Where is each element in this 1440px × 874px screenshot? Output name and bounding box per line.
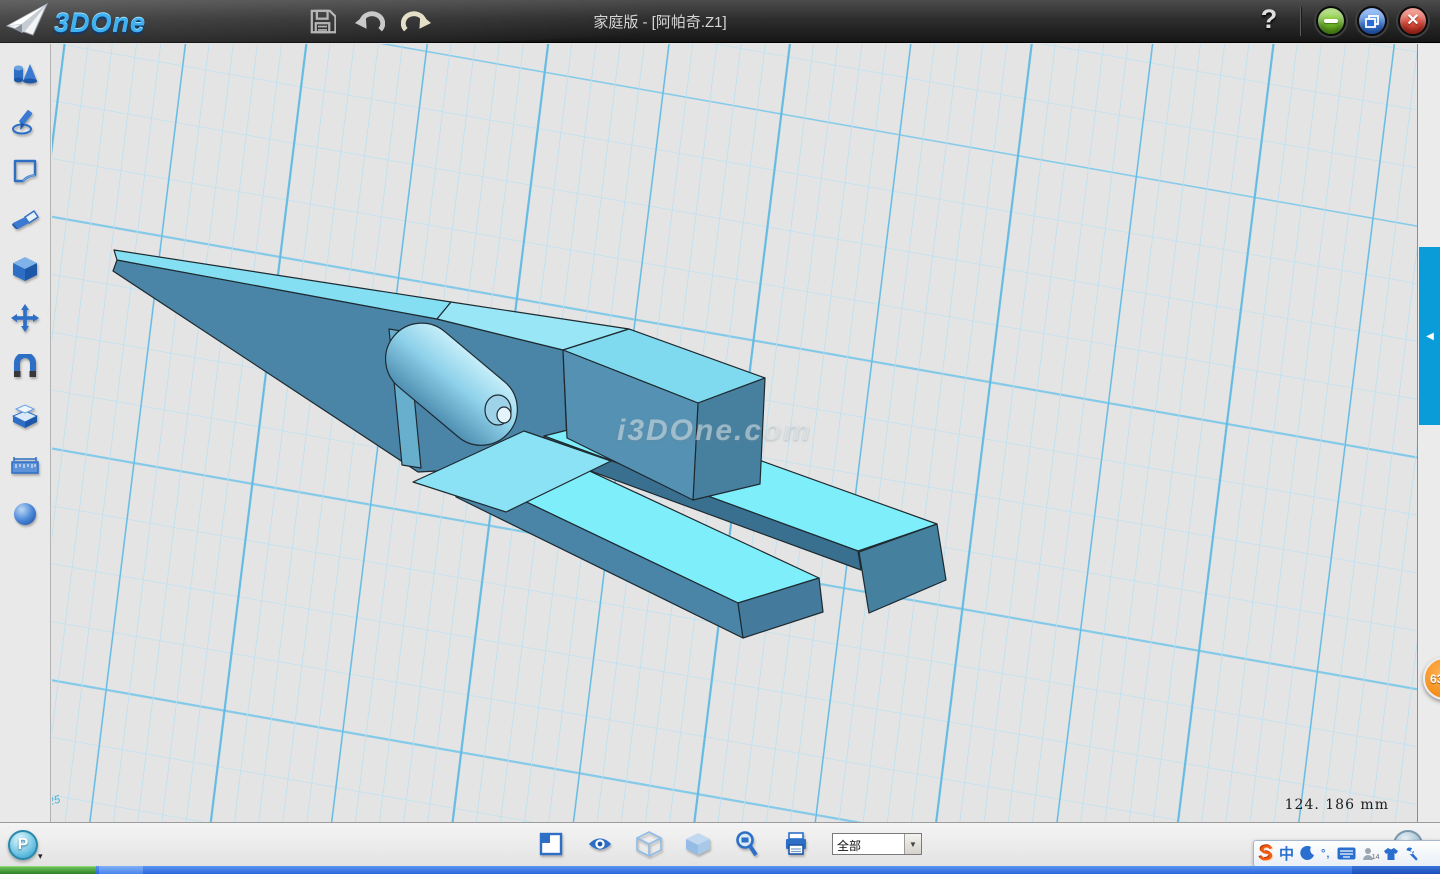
sogou-logo-icon[interactable]: S: [1258, 842, 1274, 864]
taskbar-tray-segment: [1352, 866, 1440, 874]
panel-collapse-tab[interactable]: ◀: [1419, 247, 1440, 425]
eraser-delete-button[interactable]: [10, 206, 40, 234]
ime-toolbar: S 中 °‚ 14: [1253, 840, 1440, 867]
primitive-solids-icon: [11, 60, 39, 86]
material-sphere-button[interactable]: [10, 500, 40, 528]
minimize-icon: [1324, 19, 1338, 23]
settings-wrench-icon[interactable]: [1405, 847, 1419, 861]
language-mode-button[interactable]: 中: [1279, 843, 1294, 864]
main-area: i3DOne.com 25 124. 186 mm ◀: [0, 44, 1440, 822]
chevron-left-icon: ◀: [1426, 331, 1434, 342]
magnet-align-icon: [12, 354, 38, 380]
magnifier-icon: [735, 831, 759, 857]
sketch-plane-icon: [11, 158, 39, 184]
wireframe-cube-icon: [636, 831, 662, 857]
eraser-delete-icon: [11, 209, 39, 231]
titlebar-separator: [1300, 7, 1301, 36]
user-wordbank-icon[interactable]: 14: [1362, 847, 1377, 861]
eye-icon: [587, 835, 613, 853]
help-button[interactable]: ?: [1254, 4, 1284, 38]
sketch-draw-button[interactable]: [10, 108, 40, 136]
punctuation-mode-button[interactable]: °‚: [1321, 848, 1330, 860]
p-corner-button[interactable]: P: [8, 830, 38, 860]
view-orientation-button[interactable]: [538, 829, 564, 859]
shaded-cube-icon: [685, 832, 711, 856]
printer-icon: [784, 832, 808, 856]
sketch-draw-icon: [11, 108, 39, 136]
dropdown-value: 全部: [833, 834, 904, 854]
measure-ruler-button[interactable]: [10, 451, 40, 479]
taskbar-app-segment: [99, 866, 143, 874]
print-button[interactable]: [783, 829, 809, 859]
fullwidth-moon-icon[interactable]: [1300, 846, 1315, 861]
os-taskbar-sliver: [0, 866, 1440, 874]
dropdown-arrow-icon[interactable]: ▼: [904, 834, 921, 854]
title-bar: 3DOne 家庭版 - [阿帕奇.Z1] ?: [0, 0, 1440, 43]
feature-cube-icon: [12, 256, 38, 282]
watermark: i3DOne.com: [617, 414, 812, 448]
right-panel-rail: ◀: [1417, 44, 1440, 822]
move-transform-button[interactable]: [10, 304, 40, 332]
primitive-solids-button[interactable]: [10, 59, 40, 87]
window-title: 家庭版 - [阿帕奇.Z1]: [0, 0, 1320, 43]
material-sphere-icon: [12, 501, 38, 527]
soft-keyboard-icon[interactable]: [1337, 847, 1356, 860]
magnet-align-button[interactable]: [10, 353, 40, 381]
taskbar-blue: [96, 866, 1440, 874]
sketch-plane-button[interactable]: [10, 157, 40, 185]
shaded-display-button[interactable]: [685, 829, 711, 859]
restore-button[interactable]: [1357, 6, 1387, 36]
close-button[interactable]: ✕: [1398, 6, 1428, 36]
close-icon: ✕: [1406, 13, 1419, 29]
minimize-button[interactable]: [1316, 6, 1346, 36]
left-toolbar: [0, 44, 51, 822]
measure-ruler-icon: [10, 454, 40, 476]
view-orientation-icon: [539, 832, 563, 856]
restore-icon: [1365, 15, 1379, 28]
move-transform-icon: [11, 304, 39, 332]
wireframe-display-button[interactable]: [636, 829, 662, 859]
model-polygons: [113, 250, 946, 638]
start-button-sliver[interactable]: [0, 866, 96, 874]
measurement-readout: 124. 186 mm: [1285, 797, 1389, 813]
view-toolbar: 全部 ▼: [0, 822, 1440, 866]
skin-tshirt-icon[interactable]: [1383, 847, 1399, 861]
show-hide-button[interactable]: [587, 829, 613, 859]
p-dropdown-caret[interactable]: ▾: [38, 851, 43, 862]
combine-boolean-button[interactable]: [10, 402, 40, 430]
combine-boolean-icon: [11, 403, 39, 429]
display-filter-dropdown[interactable]: 全部 ▼: [832, 833, 922, 855]
zoom-view-button[interactable]: [734, 829, 760, 859]
feature-cube-button[interactable]: [10, 255, 40, 283]
modeling-canvas[interactable]: i3DOne.com 25 124. 186 mm: [52, 44, 1417, 822]
